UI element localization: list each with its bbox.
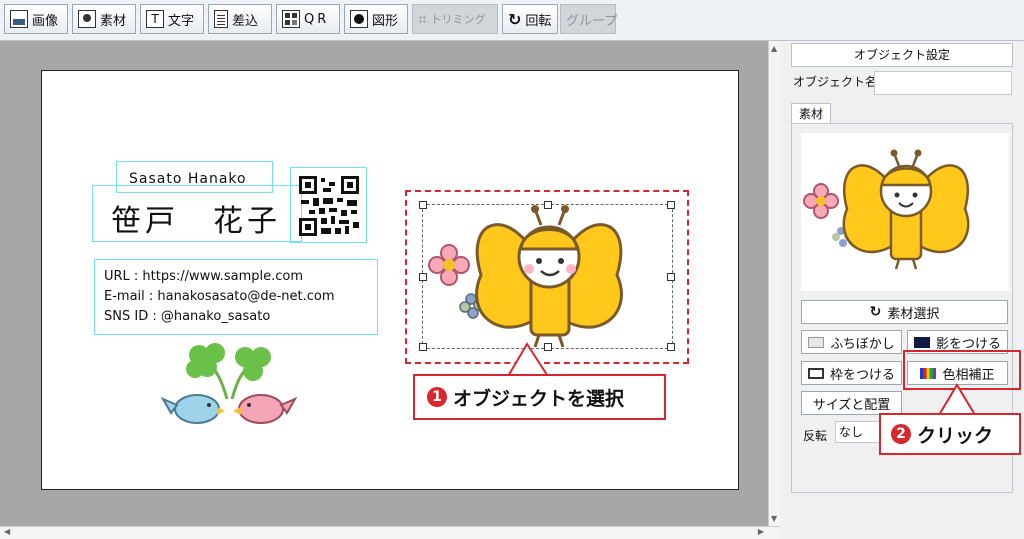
- email-line: E-mail : hanakosasato@de-net.com: [104, 289, 335, 304]
- blur-swatch-icon: [808, 336, 825, 348]
- callout-1-text: オブジェクトを選択: [453, 387, 625, 410]
- merge-icon: [214, 10, 228, 28]
- merge-button-label: 差込: [232, 13, 259, 29]
- resize-handle-br[interactable]: [667, 343, 675, 351]
- butterfly-character: [428, 205, 623, 348]
- step-1-badge: 1: [427, 387, 447, 407]
- butterfly-preview-image: [803, 149, 970, 270]
- flip-select[interactable]: なし: [835, 421, 883, 443]
- shape-button[interactable]: 図形: [344, 4, 408, 34]
- group-button-label: グループ: [566, 13, 618, 29]
- group-button[interactable]: グループ: [560, 4, 618, 34]
- shape-button-label: 図形: [372, 13, 399, 29]
- tab-material[interactable]: 素材: [791, 103, 831, 123]
- resize-handle-bl[interactable]: [419, 343, 427, 351]
- resize-handle-tr[interactable]: [667, 201, 675, 209]
- frame-label: 枠をつける: [829, 367, 895, 383]
- material-button[interactable]: 素材: [72, 4, 136, 34]
- qr-code-image: [299, 176, 359, 236]
- qr-code-box[interactable]: [290, 167, 367, 243]
- size-position-label: サイズと配置: [812, 397, 891, 413]
- shape-icon: [350, 10, 368, 28]
- merge-button[interactable]: 差込: [208, 4, 272, 34]
- qr-button-label: QR: [304, 11, 330, 27]
- edge-blur-button[interactable]: ふちぼかし: [801, 330, 902, 354]
- material-button-label: 素材: [100, 13, 127, 29]
- add-frame-button[interactable]: 枠をつける: [801, 361, 902, 385]
- frame-swatch-icon: [807, 367, 824, 379]
- image-button-label: 画像: [32, 13, 59, 29]
- flip-label: 反転: [803, 429, 828, 443]
- birds-clover-illustration[interactable]: [157, 341, 302, 433]
- resize-handle-mr[interactable]: [667, 273, 675, 281]
- text-button-label: 文字: [168, 13, 195, 29]
- toolbar: 画像 素材 T 文字 差込 QR 図形 ⌗ トリミング ↻ 回転 グループ: [0, 0, 1024, 41]
- shadow-label: 影をつける: [935, 336, 1001, 352]
- name-kanji-text: 笹戸 花子: [111, 204, 281, 239]
- butterfly-object[interactable]: [419, 201, 675, 351]
- select-material-label: 素材選択: [887, 306, 940, 322]
- contact-info-box[interactable]: URL : https://www.sample.com E-mail : ha…: [94, 259, 378, 335]
- object-name-input[interactable]: [874, 71, 1012, 95]
- canvas-horizontal-scrollbar[interactable]: ◀ ▶: [0, 526, 780, 539]
- sns-line: SNS ID : @hanako_sasato: [104, 309, 271, 324]
- object-name-label: オブジェクト名: [793, 75, 878, 89]
- qr-button[interactable]: QR: [276, 4, 340, 34]
- text-icon: T: [146, 10, 164, 28]
- image-button[interactable]: 画像: [4, 4, 68, 34]
- material-preview: [801, 133, 1009, 291]
- resize-handle-ml[interactable]: [419, 273, 427, 281]
- crop-button-label: トリミング: [430, 13, 486, 26]
- rotate-button[interactable]: ↻ 回転: [502, 4, 558, 34]
- flip-select-value: なし: [839, 425, 864, 439]
- size-position-button[interactable]: サイズと配置: [801, 391, 902, 415]
- blur-label: ふちぼかし: [830, 336, 895, 352]
- canvas-vertical-scrollbar[interactable]: ▲ ▼: [768, 41, 781, 526]
- callout-click: 2 クリック: [879, 413, 1021, 455]
- image-icon: [10, 10, 28, 28]
- object-settings-panel: オブジェクト設定 オブジェクト名 素材 ↻ 素材選択 ふちぼかし 影をつける 枠…: [781, 41, 1024, 538]
- material-icon: [78, 10, 96, 28]
- step-2-badge: 2: [891, 424, 911, 444]
- callout-2-text: クリック: [917, 424, 994, 447]
- name-kanji-box[interactable]: 笹戸 花子: [92, 185, 302, 242]
- url-line: URL : https://www.sample.com: [104, 269, 304, 284]
- refresh-icon: ↻: [869, 304, 882, 320]
- resize-handle-tl[interactable]: [419, 201, 427, 209]
- callout-2-pointer: [938, 383, 976, 416]
- rotate-icon: ↻: [508, 9, 522, 29]
- crop-icon: ⌗: [418, 10, 427, 28]
- crop-button[interactable]: ⌗ トリミング: [412, 4, 498, 34]
- rotate-button-label: 回転: [525, 13, 552, 29]
- text-button[interactable]: T 文字: [140, 4, 204, 34]
- resize-handle-tc[interactable]: [544, 201, 552, 209]
- panel-header: オブジェクト設定: [791, 43, 1013, 67]
- callout-select-object: 1 オブジェクトを選択: [413, 374, 666, 420]
- qr-icon: [282, 10, 300, 28]
- shadow-swatch-icon: [913, 336, 930, 348]
- select-material-button[interactable]: ↻ 素材選択: [801, 300, 1008, 324]
